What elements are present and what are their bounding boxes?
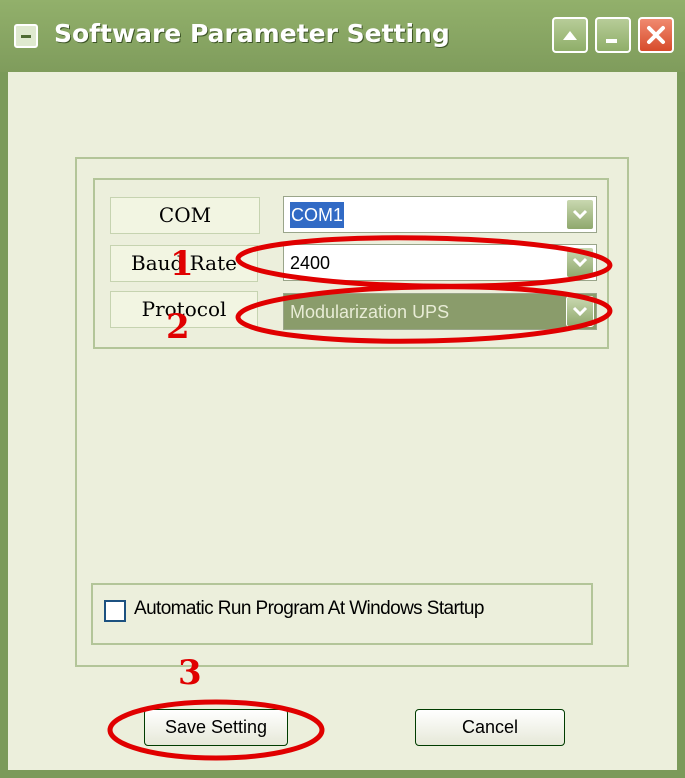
- close-button[interactable]: [638, 17, 674, 53]
- annotation-number-1: 1: [170, 244, 194, 284]
- system-menu-icon[interactable]: [14, 24, 38, 48]
- com-select[interactable]: COM1: [283, 196, 597, 233]
- minimize-icon: [606, 39, 617, 43]
- annotation-number-2: 2: [166, 307, 190, 347]
- baud-rate-dropdown-button[interactable]: [566, 247, 594, 278]
- save-setting-button[interactable]: Save Setting: [144, 709, 288, 746]
- protocol-dropdown-button[interactable]: [566, 296, 594, 327]
- startup-checkbox[interactable]: [104, 600, 126, 622]
- com-value: COM1: [290, 202, 345, 228]
- annotation-number-3: 3: [178, 653, 202, 693]
- triangle-up-icon: [563, 31, 577, 40]
- close-icon: [647, 26, 665, 44]
- window-title: Software Parameter Setting: [54, 19, 450, 48]
- baud-rate-select[interactable]: 2400: [283, 244, 597, 281]
- up-button[interactable]: [552, 17, 588, 53]
- title-bar[interactable]: Software Parameter Setting: [0, 0, 685, 72]
- chevron-down-icon: [572, 209, 588, 220]
- chevron-down-icon: [572, 306, 588, 317]
- cancel-button[interactable]: Cancel: [415, 709, 565, 746]
- software-parameter-setting-window: Software Parameter Setting COM COM1 Baud…: [0, 0, 685, 778]
- protocol-value: Modularization UPS: [290, 302, 450, 322]
- chevron-down-icon: [572, 257, 588, 268]
- protocol-select[interactable]: Modularization UPS: [283, 293, 597, 330]
- baud-rate-value: 2400: [290, 253, 331, 273]
- startup-checkbox-label[interactable]: Automatic Run Program At Windows Startup: [134, 598, 484, 620]
- minimize-button[interactable]: [595, 17, 631, 53]
- com-dropdown-button[interactable]: [566, 199, 594, 230]
- com-label: COM: [110, 197, 260, 234]
